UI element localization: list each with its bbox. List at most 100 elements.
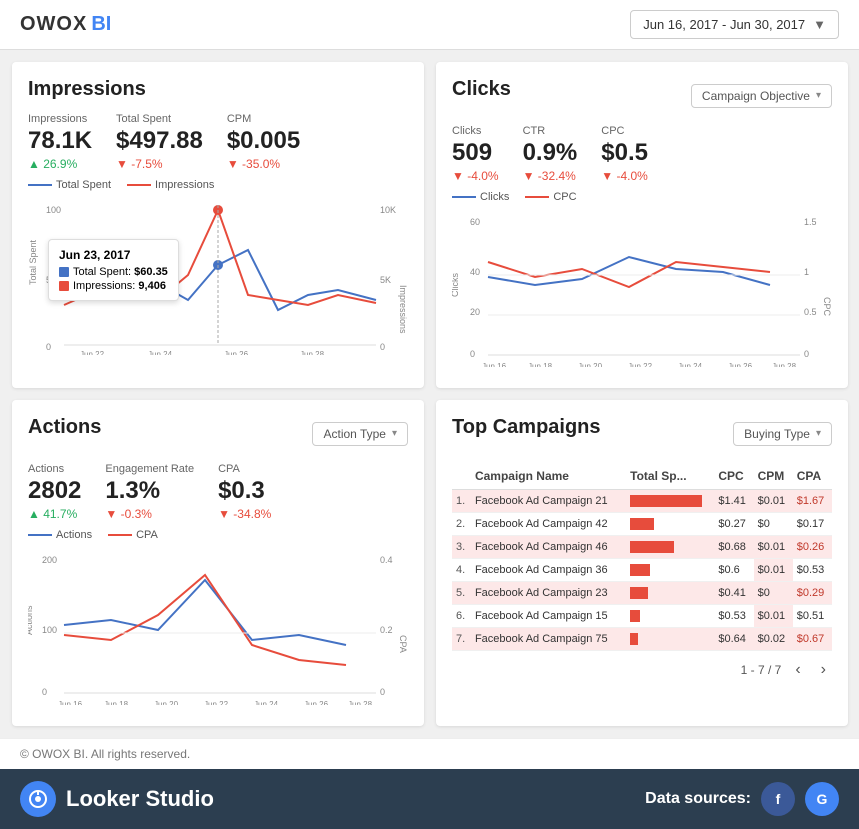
cpc-value: $0.5 [601,139,648,167]
row-cpm: $0.02 [754,628,793,651]
facebook-icon-label: f [776,791,781,807]
row-bar [626,559,714,582]
legend-total-spent-label: Total Spent [56,179,111,191]
row-name: Facebook Ad Campaign 36 [471,559,626,582]
svg-text:Jun 22: Jun 22 [204,700,229,705]
campaign-objective-arrow-icon: ▾ [816,90,821,101]
svg-text:Jun 16: Jun 16 [482,362,507,367]
svg-text:0: 0 [380,687,385,697]
col-cpa: CPA [793,463,832,490]
date-range-arrow-icon: ▼ [813,17,826,32]
actions-metric-actions: Actions 2802 ▲ 41.7% [28,463,81,521]
svg-text:0.4: 0.4 [380,555,393,565]
legend-cpa: CPA [108,529,158,541]
clicks-chart-area: Clicks CPC 60 40 20 0 Clicks 1.5 1 0.5 [452,191,832,372]
clicks-legend: Clicks CPC [452,191,832,203]
svg-text:5K: 5K [380,275,391,285]
er-label: Engagement Rate [105,463,194,475]
er-change: ▼ -0.3% [105,507,194,521]
row-bar [626,490,714,513]
clicks-metric-ctr: CTR 0.9% ▼ -32.4% [523,125,578,183]
svg-text:200: 200 [42,555,57,565]
campaign-objective-dropdown[interactable]: Campaign Objective ▾ [691,84,832,108]
row-cpa: $0.51 [793,605,832,628]
svg-text:Jun 16: Jun 16 [58,700,83,705]
legend-cpa-label: CPA [136,529,158,541]
svg-text:Jun 26: Jun 26 [224,350,249,355]
actions-title: Actions [28,416,101,439]
facebook-datasource-icon[interactable]: f [761,782,795,816]
google-icon-label: G [817,791,828,807]
svg-text:Jun 24: Jun 24 [254,700,279,705]
row-name: Facebook Ad Campaign 75 [471,628,626,651]
actions-svg: 200 100 0 Actions 0.4 0.2 0 CPA Jun 16 J… [28,545,408,705]
clicks-card: Clicks Campaign Objective ▾ Clicks 509 ▼… [436,62,848,388]
legend-cpc-label: CPC [553,191,576,203]
impressions-label: Impressions [28,113,92,125]
legend-clicks-label: Clicks [480,191,509,203]
buying-type-dropdown[interactable]: Buying Type ▾ [733,422,832,446]
row-num: 5. [452,582,471,605]
legend-actions-label: Actions [56,529,92,541]
action-type-dropdown[interactable]: Action Type ▾ [312,422,408,446]
table-row: 4. Facebook Ad Campaign 36 $0.6 $0.01 $0… [452,559,832,582]
svg-text:Clicks: Clicks [452,273,460,297]
next-page-button[interactable]: › [815,659,832,681]
row-cpm: $0 [754,513,793,536]
date-range-button[interactable]: Jun 16, 2017 - Jun 30, 2017 ▼ [630,10,839,39]
clicks-metric-cpc: CPC $0.5 ▼ -4.0% [601,125,648,183]
pagination: 1 - 7 / 7 ‹ › [452,659,832,681]
legend-blue-line [28,184,52,186]
impressions-card: Impressions Impressions 78.1K ▲ 26.9% To… [12,62,424,388]
svg-text:Jun 26: Jun 26 [304,700,329,705]
tooltip-total-spent-label: Total Spent: $60.35 [73,266,168,278]
svg-text:Jun 28: Jun 28 [300,350,325,355]
ctr-value: 0.9% [523,139,578,167]
campaign-objective-label: Campaign Objective [702,89,810,103]
legend-cpc: CPC [525,191,576,203]
top-campaigns-header: Top Campaigns Buying Type ▾ [452,416,832,451]
legend-cpc-line [525,196,549,198]
row-name: Facebook Ad Campaign 42 [471,513,626,536]
clicks-label: Clicks [452,125,499,137]
row-name: Facebook Ad Campaign 46 [471,536,626,559]
clicks-metric-clicks: Clicks 509 ▼ -4.0% [452,125,499,183]
clicks-metrics: Clicks 509 ▼ -4.0% CTR 0.9% ▼ -32.4% CPC… [452,125,832,183]
row-name: Facebook Ad Campaign 21 [471,490,626,513]
top-campaigns-table: Campaign Name Total Sp... CPC CPM CPA 1.… [452,463,832,651]
row-cpm: $0 [754,582,793,605]
clicks-title: Clicks [452,78,511,101]
google-datasource-icon[interactable]: G [805,782,839,816]
looker-logo-svg [28,789,48,809]
data-sources-label: Data sources: [645,790,751,808]
table-row: 5. Facebook Ad Campaign 23 $0.41 $0 $0.2… [452,582,832,605]
prev-page-button[interactable]: ‹ [789,659,806,681]
row-cpa: $0.26 [793,536,832,559]
svg-text:100: 100 [46,205,61,215]
actions-change: ▲ 41.7% [28,507,81,521]
table-row: 3. Facebook Ad Campaign 46 $0.68 $0.01 $… [452,536,832,559]
svg-text:Jun 18: Jun 18 [104,700,129,705]
svg-text:0: 0 [42,687,47,697]
table-row: 2. Facebook Ad Campaign 42 $0.27 $0 $0.1… [452,513,832,536]
svg-text:Jun 18: Jun 18 [528,362,553,367]
actions-card-header: Actions Action Type ▾ [28,416,408,451]
tooltip-date: Jun 23, 2017 [59,248,168,262]
cpm-label: CPM [227,113,300,125]
row-cpa: $0.53 [793,559,832,582]
action-type-arrow-icon: ▾ [392,428,397,439]
actions-label: Actions [28,463,81,475]
legend-red-line [127,184,151,186]
col-num [452,463,471,490]
cpm-value: $0.005 [227,127,300,155]
col-spent: Total Sp... [626,463,714,490]
svg-text:0.5: 0.5 [804,307,817,317]
total-spent-change: ▼ -7.5% [116,157,203,171]
row-num: 4. [452,559,471,582]
row-cpm: $0.01 [754,605,793,628]
svg-text:Jun 24: Jun 24 [678,362,703,367]
tooltip-total-spent: Total Spent: $60.35 [59,266,168,278]
impressions-chart-area: Total Spent Impressions Jun 23, 2017 Tot… [28,179,408,360]
main-grid: Impressions Impressions 78.1K ▲ 26.9% To… [0,50,859,738]
col-cpc: CPC [714,463,753,490]
